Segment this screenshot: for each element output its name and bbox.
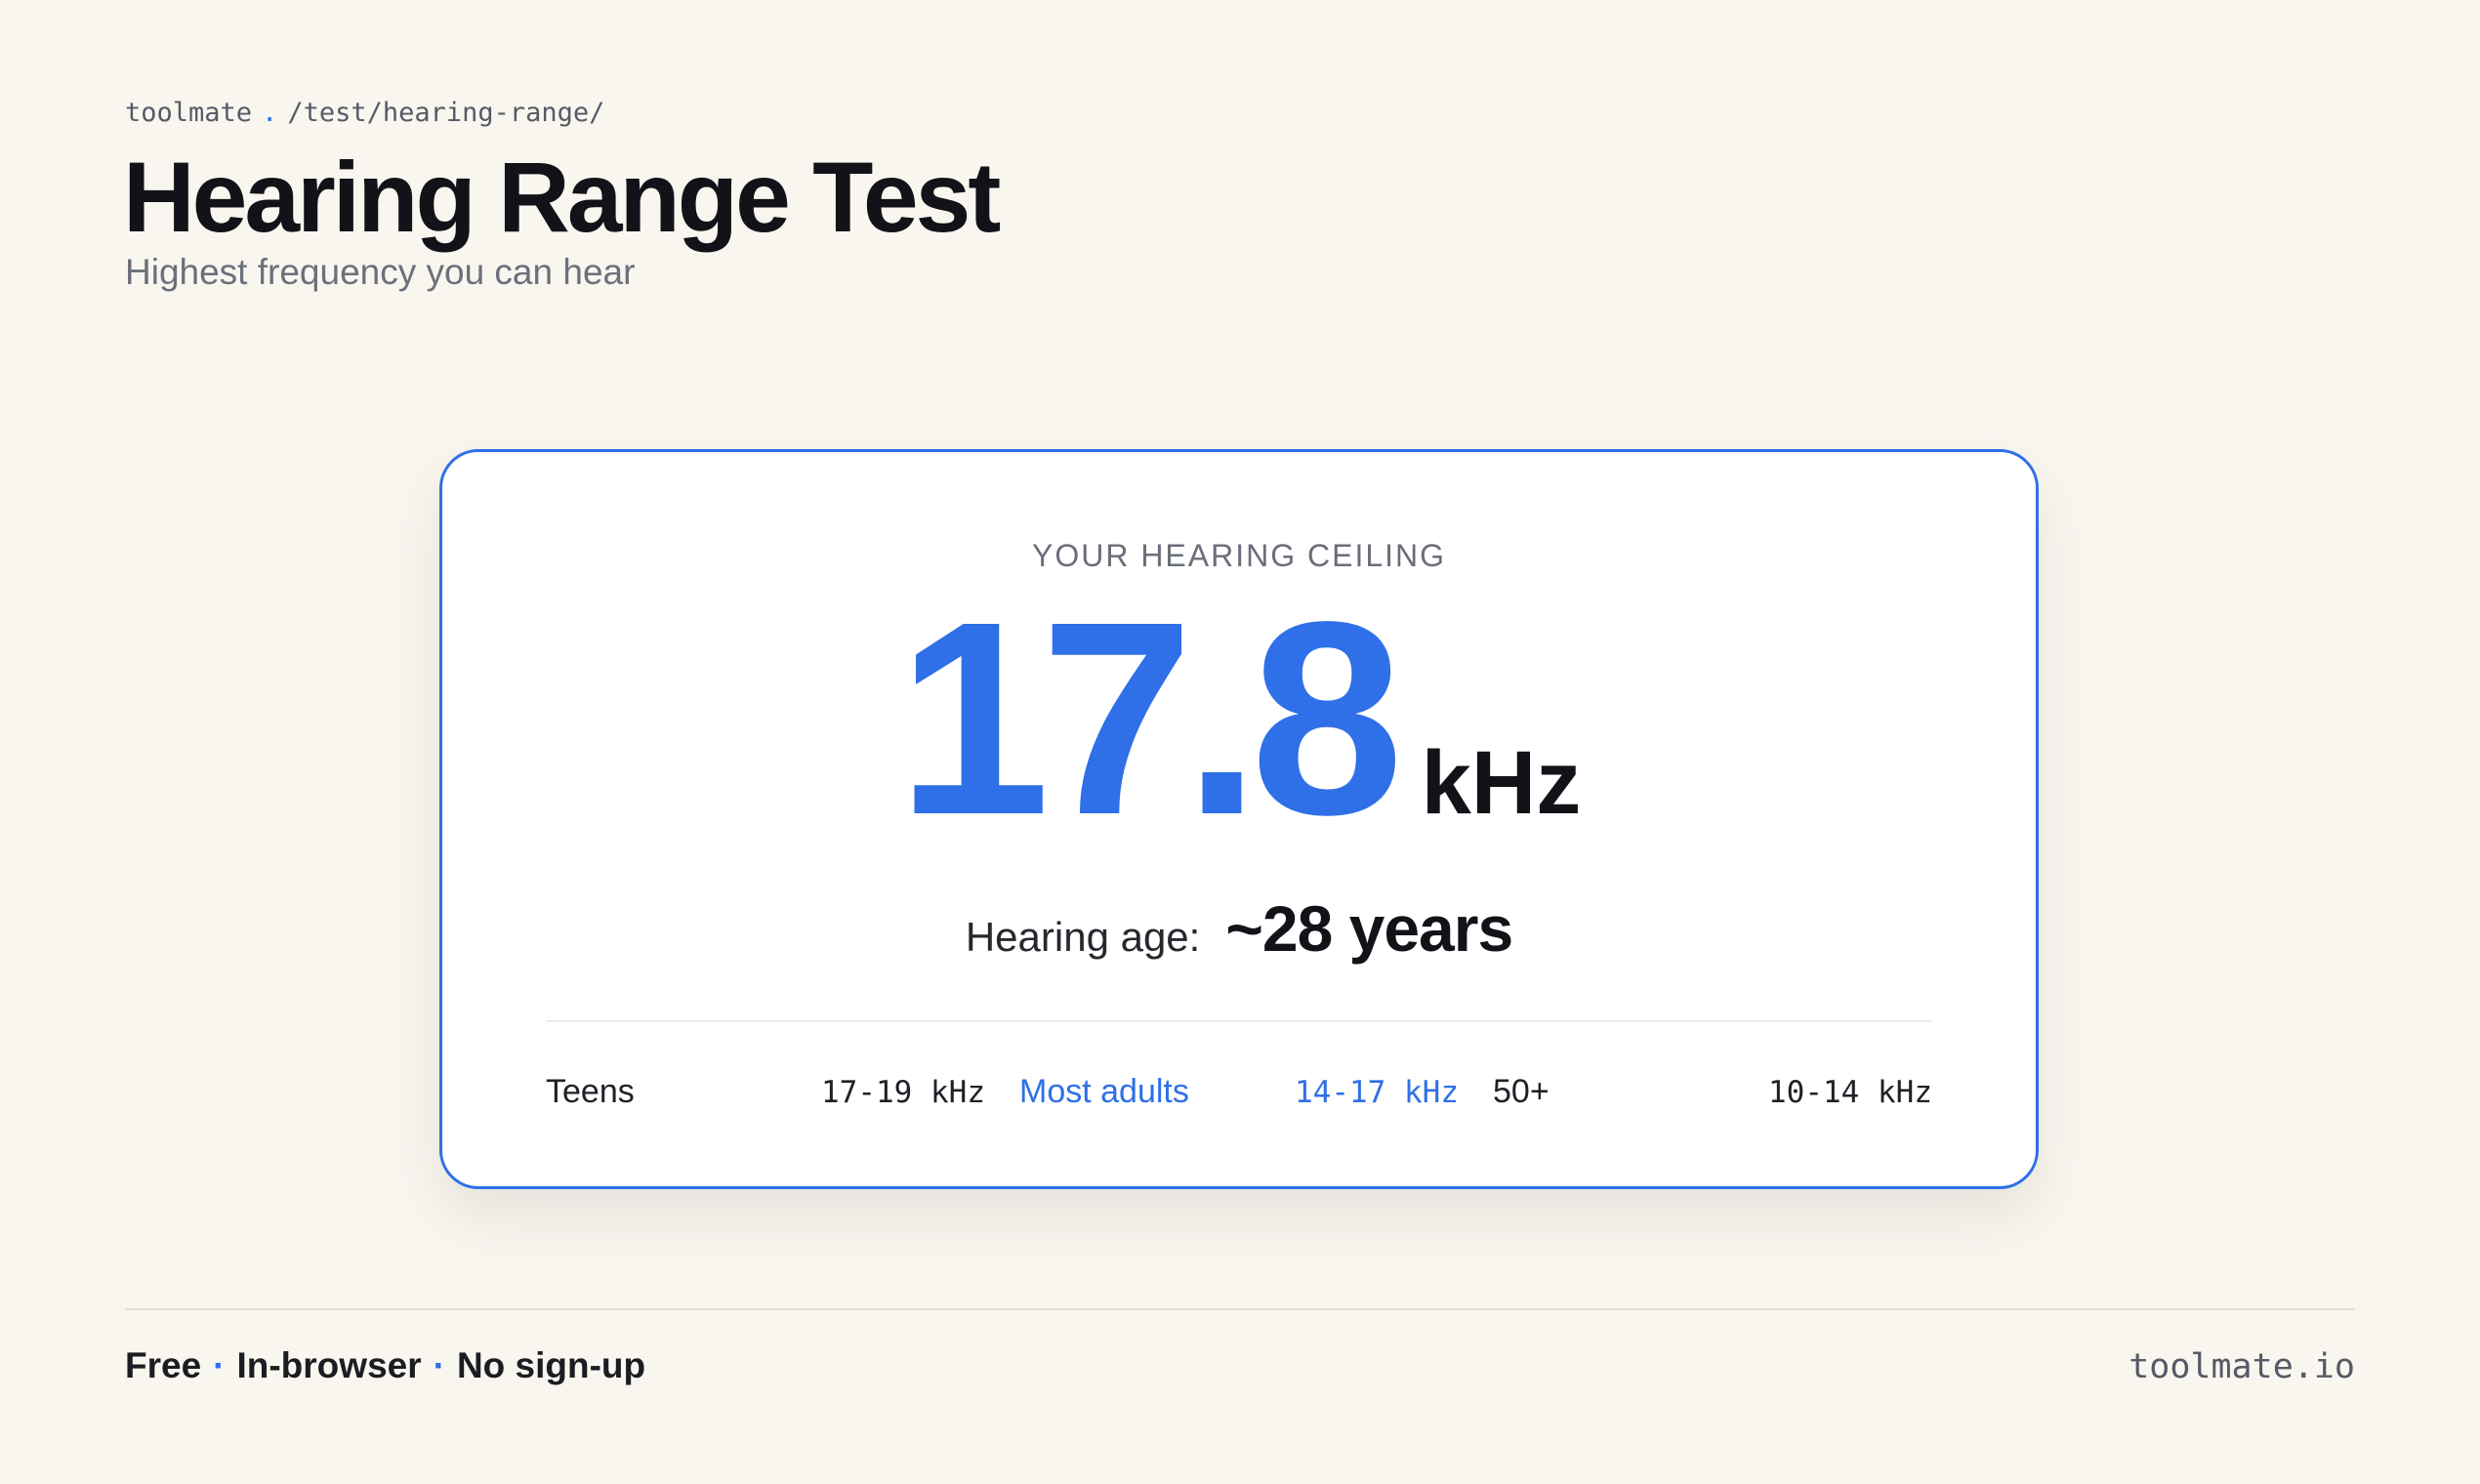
frequency-unit: kHz [1421, 733, 1582, 833]
breadcrumb: toolmate. /test/hearing-range/ [125, 98, 604, 128]
breadcrumb-path: /test/hearing-range/ [287, 98, 605, 128]
hearing-age-label: Hearing age: [965, 914, 1201, 960]
breadcrumb-separator: . [262, 98, 278, 128]
page-title: Hearing Range Test [123, 142, 1001, 253]
range-teens: Teens 17-19 kHz [546, 1073, 985, 1111]
breadcrumb-site[interactable]: toolmate [125, 98, 252, 128]
frequency-value: 17.8 [896, 564, 1404, 872]
footer-features: Free · In-browser · No sign-up [125, 1345, 645, 1386]
page-subtitle: Highest frequency you can hear [125, 252, 636, 292]
footer-divider [125, 1308, 2355, 1310]
result-card: YOUR HEARING CEILING 17.8 kHz Hearing age… [439, 449, 2039, 1189]
card-divider [546, 1020, 1932, 1022]
range-name: Teens [546, 1072, 635, 1110]
feature-free: Free [125, 1345, 202, 1385]
feature-separator: · [213, 1345, 226, 1385]
range-most-adults: Most adults 14-17 kHz [1019, 1073, 1459, 1111]
feature-in-browser: In-browser [236, 1345, 422, 1385]
frequency-reading: 17.8 kHz [442, 581, 2036, 856]
feature-no-signup: No sign-up [456, 1345, 646, 1385]
footer-domain-link[interactable]: toolmate.io [2129, 1347, 2355, 1386]
age-range-reference: Teens 17-19 kHz Most adults 14-17 kHz 50… [546, 1067, 1932, 1116]
hearing-age-value: ~28 years [1225, 892, 1513, 965]
range-50-plus: 50+ 10-14 kHz [1493, 1073, 1932, 1111]
range-value: 17-19 kHz [821, 1074, 985, 1110]
hearing-age: Hearing age: ~28 years [442, 891, 2036, 966]
range-value: 10-14 kHz [1768, 1074, 1932, 1110]
feature-separator: · [433, 1345, 445, 1385]
range-value: 14-17 kHz [1295, 1074, 1459, 1110]
range-name: 50+ [1493, 1072, 1550, 1110]
range-name: Most adults [1019, 1072, 1189, 1110]
